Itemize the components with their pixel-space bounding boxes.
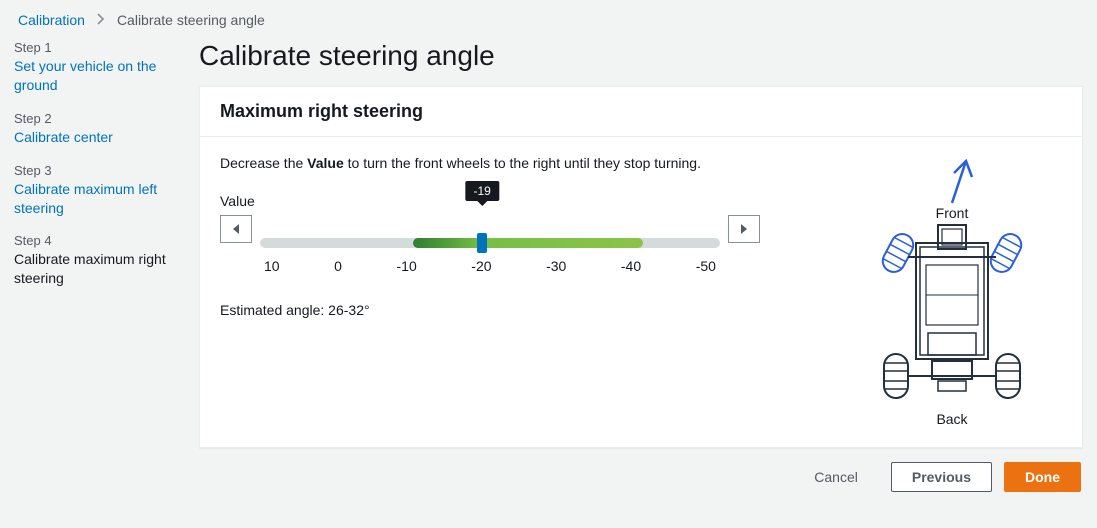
tick: -50 xyxy=(696,258,716,274)
step-label: Step 3 xyxy=(14,163,185,178)
wizard-actions: Cancel Previous Done xyxy=(199,448,1083,492)
front-label: Front xyxy=(842,205,1062,221)
breadcrumb-current: Calibrate steering angle xyxy=(117,12,265,28)
wizard-step-1[interactable]: Step 1 Set your vehicle on the ground xyxy=(14,40,185,95)
slider-track[interactable] xyxy=(260,238,720,248)
tick: 0 xyxy=(334,258,342,274)
tick: -40 xyxy=(621,258,641,274)
instruction-pre: Decrease the xyxy=(220,155,307,171)
vehicle-top-view-icon xyxy=(872,221,1032,411)
panel-heading: Maximum right steering xyxy=(220,101,1062,122)
page-title: Calibrate steering angle xyxy=(199,40,1083,72)
slider-ticks: 10 0 -10 -20 -30 -40 -50 xyxy=(260,258,720,274)
breadcrumb: Calibration Calibrate steering angle xyxy=(0,0,1097,34)
tick: -10 xyxy=(397,258,417,274)
increment-button[interactable] xyxy=(728,215,760,243)
step-title[interactable]: Calibrate center xyxy=(14,128,185,147)
estimated-angle: Estimated angle: 26-32° xyxy=(220,302,818,318)
triangle-left-icon xyxy=(231,223,241,235)
estimated-label: Estimated angle: xyxy=(220,302,328,318)
step-title[interactable]: Calibrate maximum left steering xyxy=(14,180,185,218)
tick: -30 xyxy=(546,258,566,274)
decrement-button[interactable] xyxy=(220,215,252,243)
estimated-value: 26-32° xyxy=(328,302,369,318)
vehicle-diagram: Front xyxy=(842,155,1062,427)
slider-handle[interactable] xyxy=(477,233,487,253)
breadcrumb-root[interactable]: Calibration xyxy=(18,12,85,28)
value-slider: -19 10 0 -10 -20 -30 -40 xyxy=(220,215,760,274)
arrow-icon xyxy=(922,155,982,205)
triangle-right-icon xyxy=(739,223,749,235)
main-content: Calibrate steering angle Maximum right s… xyxy=(185,40,1097,492)
back-label: Back xyxy=(842,411,1062,427)
step-label: Step 2 xyxy=(14,111,185,126)
tick: -20 xyxy=(471,258,491,274)
step-label: Step 1 xyxy=(14,40,185,55)
panel-header: Maximum right steering xyxy=(200,87,1082,137)
wizard-step-3[interactable]: Step 3 Calibrate maximum left steering xyxy=(14,163,185,218)
instruction-text: Decrease the Value to turn the front whe… xyxy=(220,155,818,171)
tick: 10 xyxy=(264,258,280,274)
chevron-right-icon xyxy=(97,12,105,28)
controls-area: Decrease the Value to turn the front whe… xyxy=(220,155,818,427)
wizard-step-4: Step 4 Calibrate maximum right steering xyxy=(14,233,185,288)
wizard-steps-sidebar: Step 1 Set your vehicle on the ground St… xyxy=(0,40,185,304)
step-title[interactable]: Set your vehicle on the ground xyxy=(14,57,185,95)
calibration-panel: Maximum right steering Decrease the Valu… xyxy=(199,86,1083,448)
instruction-post: to turn the front wheels to the right un… xyxy=(344,155,701,171)
done-button[interactable]: Done xyxy=(1004,462,1081,492)
wizard-step-2[interactable]: Step 2 Calibrate center xyxy=(14,111,185,147)
cancel-button[interactable]: Cancel xyxy=(793,462,879,492)
step-title: Calibrate maximum right steering xyxy=(14,250,185,288)
step-label: Step 4 xyxy=(14,233,185,248)
slider-tooltip: -19 xyxy=(466,181,499,201)
slider-fill xyxy=(413,238,643,248)
previous-button[interactable]: Previous xyxy=(891,462,992,492)
value-label: Value xyxy=(220,193,818,209)
instruction-bold: Value xyxy=(307,155,344,171)
